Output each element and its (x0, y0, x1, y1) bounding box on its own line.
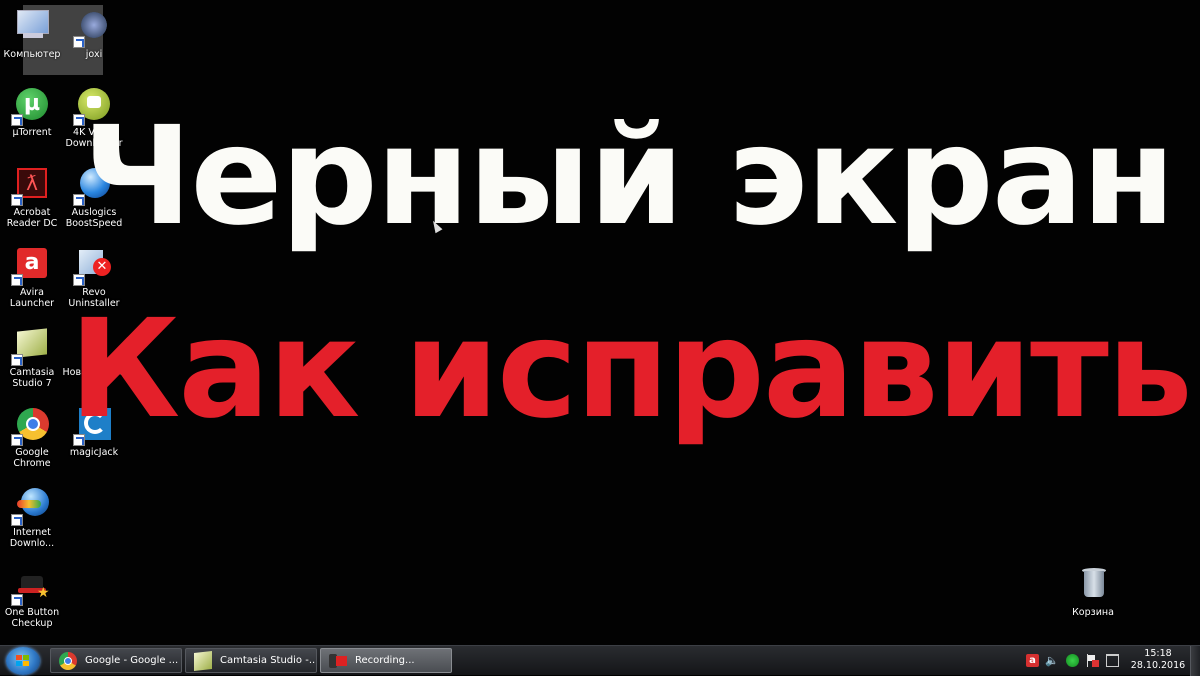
desktop-icon-one-button-checkup[interactable]: ★ One Button Checkup (0, 566, 64, 629)
shortcut-arrow-icon (11, 354, 23, 366)
display-icon[interactable] (1106, 654, 1119, 667)
headline-how-to-fix: Как исправить (69, 291, 1193, 449)
desktop-icon-recycle-bin[interactable]: Корзина (1061, 566, 1125, 618)
shortcut-arrow-icon (11, 114, 23, 126)
shortcut-arrow-icon (11, 514, 23, 526)
shortcut-arrow-icon (73, 274, 85, 286)
recycle-bin-icon (1074, 566, 1112, 604)
shortcut-arrow-icon (11, 194, 23, 206)
desktop-icon-label: Корзина (1072, 607, 1114, 618)
shortcut-arrow-icon (11, 274, 23, 286)
avira-tray-icon[interactable]: a (1026, 654, 1039, 667)
joxi-icon (73, 8, 113, 48)
desktop-icon-joxi[interactable]: joxi (62, 8, 126, 60)
chrome-icon (59, 652, 77, 670)
recording-icon (329, 652, 347, 670)
taskbar-button-camtasia[interactable]: Camtasia Studio -... (185, 648, 317, 673)
desktop-icon-computer[interactable]: Компьютер (0, 8, 64, 60)
taskbar-button-label: Camtasia Studio -... (220, 655, 317, 666)
clock[interactable]: 15:18 28.10.2016 (1128, 648, 1188, 672)
clock-time: 15:18 (1144, 648, 1172, 659)
desktop-icon-label: joxi (85, 49, 103, 60)
shortcut-arrow-icon (11, 594, 23, 606)
one-button-checkup-icon: ★ (11, 566, 51, 606)
action-center-flag-icon[interactable] (1086, 654, 1099, 667)
computer-icon (13, 8, 51, 46)
taskbar-button-recording[interactable]: Recording... (320, 648, 452, 673)
desktop-icon-label: Компьютер (3, 49, 61, 60)
taskbar-button-label: Recording... (355, 655, 415, 666)
show-desktop-button[interactable] (1190, 646, 1200, 676)
taskbar-button-chrome[interactable]: Google - Google ... (50, 648, 182, 673)
network-green-icon[interactable] (1066, 654, 1079, 667)
windows-start-icon[interactable] (6, 647, 40, 675)
desktop: Компьютер joxi µ µTorrent 4K Video Downl… (0, 0, 1200, 645)
internet-download-manager-icon (11, 486, 51, 526)
desktop-icon-label: Internet Downlo... (9, 527, 55, 549)
shortcut-arrow-icon (11, 434, 23, 446)
windows-flag-icon (16, 655, 30, 667)
volume-icon[interactable]: 🔈 (1045, 654, 1059, 667)
taskbar: Google - Google ... Camtasia Studio -...… (0, 645, 1200, 676)
camtasia-icon (194, 651, 212, 671)
headline-black-screen: Черный экран (82, 98, 1175, 256)
clock-date: 28.10.2016 (1130, 660, 1186, 671)
desktop-icon-label: One Button Checkup (4, 607, 60, 629)
taskbar-button-label: Google - Google ... (85, 655, 179, 666)
desktop-icon-internet-download-manager[interactable]: Internet Downlo... (0, 486, 64, 549)
shortcut-arrow-icon (73, 36, 85, 48)
desktop-icon-label: Google Chrome (13, 447, 51, 469)
